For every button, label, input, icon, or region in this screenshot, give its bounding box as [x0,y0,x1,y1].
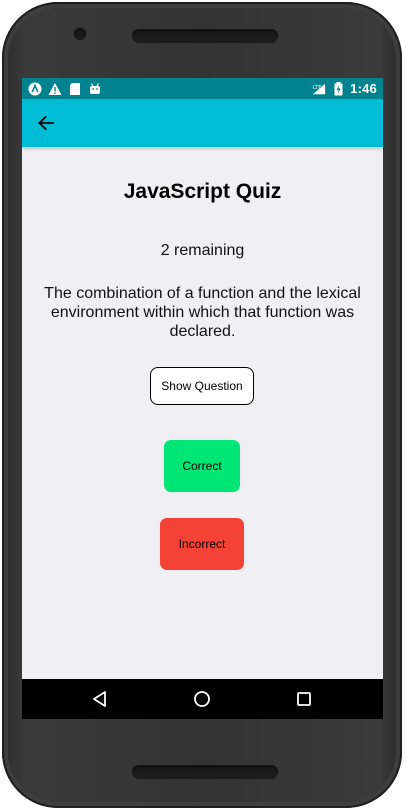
status-left-icons [28,82,102,96]
warning-icon [48,82,62,96]
incorrect-button[interactable]: Incorrect [160,518,244,570]
correct-label: Correct [182,459,222,473]
incorrect-label: Incorrect [178,537,226,551]
question-text: The combination of a function and the le… [44,285,361,340]
status-bar: LTE 1:46 [22,78,383,99]
status-time: 1:46 [350,81,377,96]
bottom-speaker [132,765,278,779]
show-question-label: Show Question [161,379,243,393]
quiz-content: JavaScript Quiz 2 remaining The combinat… [22,147,383,679]
front-camera [74,28,86,40]
back-button[interactable] [22,99,70,147]
arrow-left-icon [38,115,54,131]
battery-charging-icon [331,81,345,96]
system-nav-bar [22,679,383,719]
status-right-icons: LTE 1:46 [312,81,377,96]
home-circle-icon [194,691,210,707]
page-title: JavaScript Quiz [123,180,282,203]
sd-card-icon [68,82,82,96]
earpiece-speaker [132,29,278,43]
android-icon [88,82,102,96]
aperture-icon [28,82,42,96]
signal-icon: LTE [312,82,326,96]
svg-text:LTE: LTE [313,85,322,91]
remaining-count: 2 remaining [160,242,245,259]
show-question-button[interactable]: Show Question [150,367,254,405]
nav-recents-button[interactable] [284,679,324,719]
back-triangle-icon [93,691,106,707]
recents-square-icon [297,692,311,706]
device-screen: LTE 1:46 JavaScript Quiz 2 remaining The… [22,78,383,719]
nav-home-button[interactable] [182,679,222,719]
app-bar [22,99,383,147]
nav-back-button[interactable] [80,679,120,719]
correct-button[interactable]: Correct [164,440,240,492]
